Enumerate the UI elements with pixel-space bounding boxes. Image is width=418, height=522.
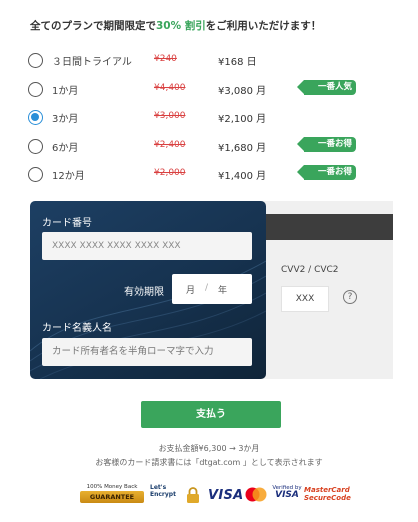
discount-highlight: 30% 割引 (156, 20, 206, 32)
popular-badge: 一番人気 (297, 79, 356, 95)
expiry-year[interactable]: 年 (218, 283, 227, 296)
cvv-label: CVV2 / CVC2 (281, 265, 339, 275)
plan-radio[interactable] (28, 167, 43, 182)
plan-option-12-months[interactable]: 12か月 ¥2,000 ¥1,400 月 一番お得 (28, 162, 388, 191)
plan-option-trial[interactable]: ３日間トライアル ¥240 ¥168 日 (28, 48, 388, 77)
card-back: CVV2 / CVC2 XXX ? (250, 201, 393, 379)
promo-prefix: 全てのプランで期間限定で (30, 20, 156, 32)
securecode-line-1: MasterCard (304, 486, 350, 494)
cvv-input[interactable]: XXX (281, 286, 329, 312)
cardholder-input[interactable]: カード所有者名を半角ローマ字で入力 (42, 338, 252, 366)
plan-radio[interactable] (28, 138, 43, 154)
plan-name: 12か月 (52, 171, 85, 182)
mastercard-securecode-logo: MasterCard SecureCode (304, 486, 351, 502)
plan-price: ¥168 日 (218, 57, 257, 68)
plan-option-3-months[interactable]: 3か月 ¥3,000 ¥2,100 月 (28, 105, 388, 134)
pay-button[interactable]: 支払う (141, 401, 281, 428)
payment-summary: お支払金額¥6,300 → 3か月 (158, 444, 260, 453)
plan-old-price: ¥2,400 (154, 139, 186, 150)
guarantee-top-text: 100% Money Back (86, 484, 138, 490)
plan-price: ¥1,400 月 (218, 171, 267, 182)
plan-option-6-months[interactable]: 6か月 ¥2,400 ¥1,680 月 一番お得 (28, 134, 388, 163)
letsencrypt-line-1: Let's (150, 484, 167, 491)
cardholder-label: カード名義人名 (42, 323, 112, 334)
plan-name: 6か月 (52, 142, 79, 154)
card-front: カード番号 XXXX XXXX XXXX XXXX XXX 有効期限 月 / 年… (30, 201, 266, 379)
best-value-badge: 一番お得 (297, 136, 356, 152)
best-value-badge: 一番お得 (297, 165, 356, 180)
verified-by-visa-logo: Verified by VISA (272, 485, 302, 500)
plan-price: ¥3,080 月 (218, 85, 267, 97)
plan-price: ¥2,100 月 (218, 114, 267, 125)
plan-radio[interactable] (28, 81, 43, 97)
plan-price: ¥1,680 月 (218, 142, 267, 154)
plan-old-price: ¥2,000 (154, 168, 186, 178)
guarantee-text: GUARANTEE (80, 491, 144, 503)
lock-icon (187, 487, 199, 503)
plan-list: ３日間トライアル ¥240 ¥168 日 1か月 ¥4,400 ¥3,080 月… (28, 48, 388, 191)
plan-old-price: ¥3,000 (154, 111, 186, 121)
mastercard-icon (245, 487, 267, 502)
card-number-input[interactable]: XXXX XXXX XXXX XXXX XXX (42, 232, 252, 260)
promo-suffix: をご利用いただけます！ (205, 20, 322, 32)
plan-option-1-month[interactable]: 1か月 ¥4,400 ¥3,080 月 一番人気 (28, 77, 388, 106)
letsencrypt-logo: Let's Encrypt (150, 484, 182, 506)
card-number-label: カード番号 (42, 218, 92, 229)
magnetic-stripe (250, 214, 393, 240)
securecode-line-2: SecureCode (304, 494, 351, 502)
plan-radio[interactable] (28, 53, 43, 68)
expiry-input[interactable]: 月 / 年 (172, 274, 252, 304)
expiry-separator: / (205, 283, 209, 293)
promo-headline: 全てのプランで期間限定で30% 割引をご利用いただけます！ (30, 18, 321, 33)
plan-radio-selected[interactable] (28, 110, 43, 125)
letsencrypt-line-2: Encrypt (150, 491, 176, 498)
verified-visa-text: VISA (275, 489, 299, 500)
visa-logo: VISA (208, 488, 244, 503)
help-icon[interactable]: ? (343, 290, 357, 304)
plan-old-price: ¥240 (154, 54, 177, 64)
plan-name: 3か月 (52, 114, 79, 125)
plan-old-price: ¥4,400 (154, 82, 186, 93)
expiry-month[interactable]: 月 (186, 283, 195, 296)
expiry-label: 有効期限 (124, 287, 164, 298)
plan-name: ３日間トライアル (52, 57, 132, 68)
trust-badges: 100% Money Back GUARANTEE Let's Encrypt … (0, 482, 418, 508)
statement-note: お客様のカード請求書には「dtgat.com 」として表示されます (95, 458, 323, 467)
plan-name: 1か月 (52, 85, 79, 97)
money-back-guarantee-badge: 100% Money Back GUARANTEE (80, 484, 144, 506)
